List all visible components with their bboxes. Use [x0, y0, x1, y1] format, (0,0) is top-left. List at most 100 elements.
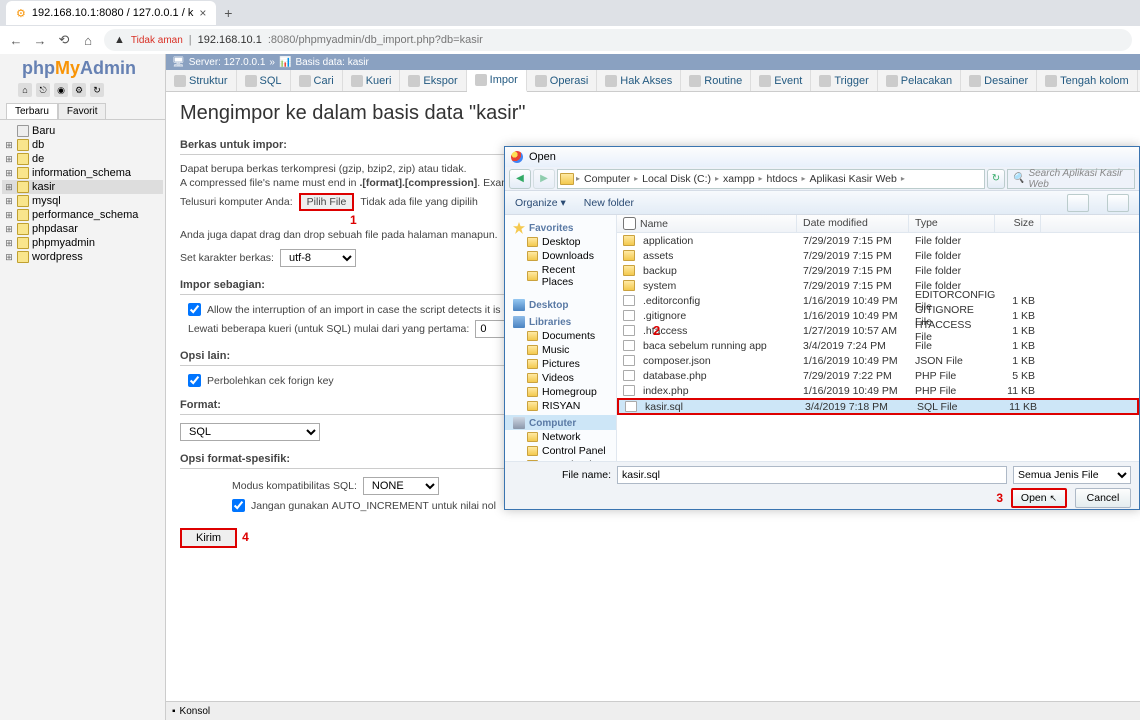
tab-ekspor[interactable]: Ekspor: [400, 70, 466, 91]
side-item[interactable]: Videos: [505, 371, 616, 385]
close-icon[interactable]: ×: [199, 6, 206, 20]
col-date[interactable]: Date modified: [797, 215, 909, 232]
organize-button[interactable]: Organize ▾: [515, 197, 566, 209]
side-item[interactable]: Documents: [505, 329, 616, 343]
col-size[interactable]: Size: [995, 215, 1041, 232]
file-row[interactable]: backup7/29/2019 7:15 PMFile folder: [617, 263, 1139, 278]
forward-button[interactable]: ▶: [533, 169, 555, 189]
side-group[interactable]: Libraries: [505, 314, 616, 329]
logout-icon[interactable]: ⎋: [36, 83, 50, 97]
col-name[interactable]: Name: [617, 215, 797, 232]
file-row[interactable]: database.php7/29/2019 7:22 PMPHP File5 K…: [617, 368, 1139, 383]
side-item[interactable]: Control Panel: [505, 444, 616, 458]
file-row[interactable]: index.php1/16/2019 10:49 PMPHP File11 KB: [617, 383, 1139, 398]
reload-icon[interactable]: ↻: [90, 83, 104, 97]
expand-icon[interactable]: ⊞: [4, 168, 14, 179]
tab-operasi[interactable]: Operasi: [527, 70, 598, 91]
side-item[interactable]: RISYAN: [505, 399, 616, 413]
home-icon[interactable]: ⌂: [80, 32, 96, 48]
tab-tengah-kolom[interactable]: Tengah kolom: [1037, 70, 1138, 91]
new-tab-button[interactable]: +: [216, 5, 240, 21]
bc-server[interactable]: Server: 127.0.0.1: [189, 57, 266, 68]
settings-icon[interactable]: ⚙: [72, 83, 86, 97]
tree-item-db[interactable]: ⊞db: [2, 138, 163, 152]
tree-item-phpdasar[interactable]: ⊞phpdasar: [2, 222, 163, 236]
tab-sql[interactable]: SQL: [237, 70, 291, 91]
filetype-select[interactable]: Semua Jenis File: [1013, 466, 1131, 484]
choose-file-button[interactable]: Pilih File: [299, 193, 355, 211]
select-all-checkbox[interactable]: [623, 217, 636, 230]
tab-hak-akses[interactable]: Hak Akses: [597, 70, 681, 91]
expand-icon[interactable]: ⊞: [4, 140, 14, 151]
path-segment[interactable]: Aplikasi Kasir Web: [808, 173, 899, 185]
tab-cari[interactable]: Cari: [291, 70, 343, 91]
tree-item-information_schema[interactable]: ⊞information_schema: [2, 166, 163, 180]
tab-favorites[interactable]: Favorit: [58, 103, 107, 119]
expand-icon[interactable]: ⊞: [4, 154, 14, 165]
side-item[interactable]: Music: [505, 343, 616, 357]
tree-item-performance_schema[interactable]: ⊞performance_schema: [2, 208, 163, 222]
address-bar[interactable]: ▲ Tidak aman | 192.168.10.1:8080/phpmyad…: [104, 29, 1132, 51]
view-button[interactable]: [1067, 194, 1089, 212]
browser-tab[interactable]: ⚙ 192.168.10.1:8080 / 127.0.0.1 / k ×: [6, 1, 216, 25]
tree-item-phpmyadmin[interactable]: ⊞phpmyadmin: [2, 236, 163, 250]
help-button[interactable]: [1107, 194, 1129, 212]
path-segment[interactable]: Local Disk (C:): [640, 173, 713, 185]
side-group[interactable]: Computer: [505, 415, 616, 430]
expand-icon[interactable]: ⊞: [4, 238, 14, 249]
path-breadcrumb[interactable]: ▸ Computer▸Local Disk (C:)▸xampp▸htdocs▸…: [557, 169, 985, 189]
path-segment[interactable]: Computer: [582, 173, 632, 185]
home-icon[interactable]: ⌂: [18, 83, 32, 97]
file-row[interactable]: .gitignore1/16/2019 10:49 PMGITIGNORE Fi…: [617, 308, 1139, 323]
side-item[interactable]: Desktop: [505, 235, 616, 249]
open-button[interactable]: Open ↖: [1011, 488, 1067, 508]
tab-impor[interactable]: Impor: [467, 70, 527, 92]
docs-icon[interactable]: ◉: [54, 83, 68, 97]
expand-icon[interactable]: ⊞: [4, 252, 14, 263]
tree-item-mysql[interactable]: ⊞mysql: [2, 194, 163, 208]
file-row[interactable]: .editorconfig1/16/2019 10:49 PMEDITORCON…: [617, 293, 1139, 308]
side-item[interactable]: Recent Places: [505, 263, 616, 289]
expand-icon[interactable]: ⊞: [4, 210, 14, 221]
tree-item-kasir[interactable]: ⊞kasir: [2, 180, 163, 194]
bc-db[interactable]: Basis data: kasir: [295, 57, 368, 68]
no-autoincrement-checkbox[interactable]: [232, 499, 245, 512]
new-folder-button[interactable]: New folder: [584, 197, 634, 209]
charset-select[interactable]: utf-8: [280, 249, 356, 267]
col-type[interactable]: Type: [909, 215, 995, 232]
file-row[interactable]: .htaccess1/27/2019 10:57 AMHTACCESS File…: [617, 323, 1139, 338]
side-item[interactable]: Homegroup: [505, 385, 616, 399]
side-item[interactable]: Network: [505, 430, 616, 444]
filename-input[interactable]: [617, 466, 1007, 484]
side-group[interactable]: Favorites: [505, 220, 616, 235]
tab-trigger[interactable]: Trigger: [811, 70, 877, 91]
file-row[interactable]: assets7/29/2019 7:15 PMFile folder: [617, 248, 1139, 263]
reload-icon[interactable]: ⟲: [56, 32, 72, 48]
tab-desainer[interactable]: Desainer: [961, 70, 1037, 91]
tab-event[interactable]: Event: [751, 70, 811, 91]
format-select[interactable]: SQL: [180, 423, 320, 441]
expand-icon[interactable]: ⊞: [4, 224, 14, 235]
refresh-button[interactable]: ↻: [987, 169, 1005, 189]
tab-recent[interactable]: Terbaru: [6, 103, 58, 119]
submit-button[interactable]: Kirim: [180, 528, 237, 548]
dialog-titlebar[interactable]: Open: [505, 147, 1139, 167]
compat-select[interactable]: NONE: [363, 477, 439, 495]
tab-pelacakan[interactable]: Pelacakan: [878, 70, 961, 91]
file-row[interactable]: application7/29/2019 7:15 PMFile folder: [617, 233, 1139, 248]
tab-routine[interactable]: Routine: [681, 70, 751, 91]
cancel-button[interactable]: Cancel: [1075, 488, 1131, 508]
path-segment[interactable]: xampp: [721, 173, 757, 185]
tab-struktur[interactable]: Struktur: [166, 70, 237, 91]
side-item[interactable]: Pictures: [505, 357, 616, 371]
side-group[interactable]: Desktop: [505, 297, 616, 312]
tree-item-wordpress[interactable]: ⊞wordpress: [2, 250, 163, 264]
expand-icon[interactable]: ⊞: [4, 182, 14, 193]
side-item[interactable]: Downloads: [505, 249, 616, 263]
console-bar[interactable]: ▪ Konsol: [166, 701, 1140, 720]
file-row[interactable]: system7/29/2019 7:15 PMFile folder: [617, 278, 1139, 293]
tree-item-de[interactable]: ⊞de: [2, 152, 163, 166]
allow-interrupt-checkbox[interactable]: [188, 303, 201, 316]
tab-kueri[interactable]: Kueri: [343, 70, 401, 91]
file-row[interactable]: baca sebelum running app3/4/2019 7:24 PM…: [617, 338, 1139, 353]
